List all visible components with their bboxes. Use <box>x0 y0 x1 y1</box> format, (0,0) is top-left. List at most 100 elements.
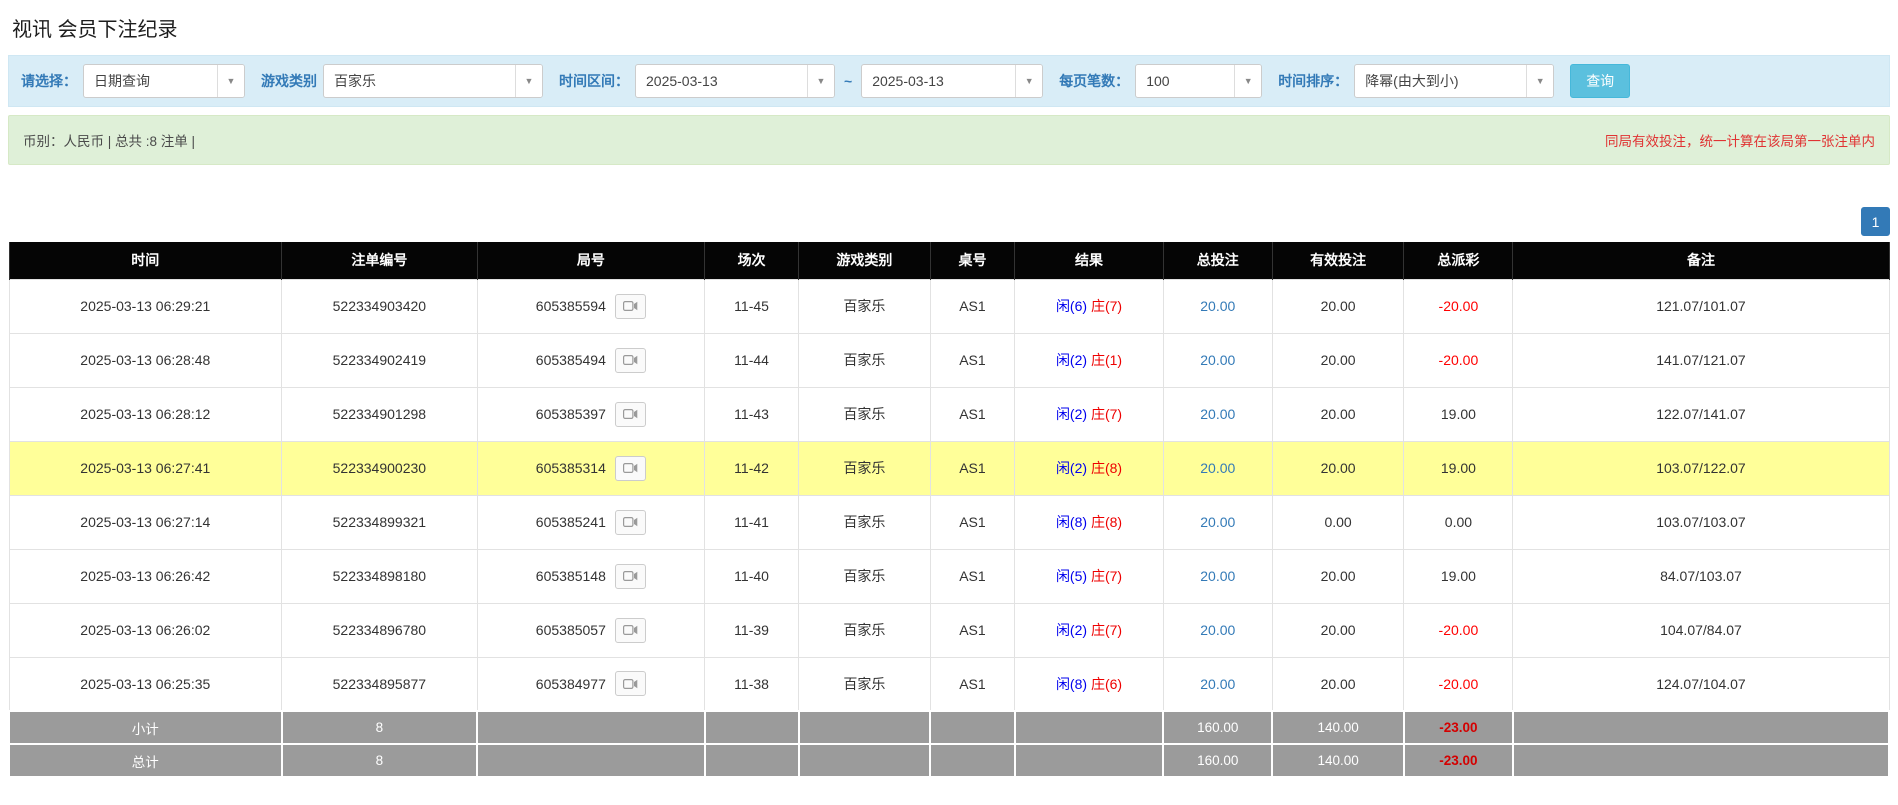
sort-select[interactable]: 降幂(由大到小) ▼ <box>1354 64 1554 98</box>
replay-button[interactable] <box>615 510 646 535</box>
table-no-cell: AS1 <box>930 495 1015 549</box>
player-result: 闲(8) <box>1056 676 1087 692</box>
session-cell: 11-42 <box>705 441 799 495</box>
round-id-value: 605385057 <box>536 622 606 638</box>
game-type-label: 游戏类别 <box>261 71 317 91</box>
video-icon <box>623 408 638 420</box>
chevron-down-icon[interactable]: ▼ <box>1526 65 1553 97</box>
video-icon <box>623 678 638 690</box>
valid-bet-cell: 20.00 <box>1272 333 1404 387</box>
valid-bet-cell: 20.00 <box>1272 549 1404 603</box>
game-type-cell: 百家乐 <box>799 549 931 603</box>
video-icon <box>623 516 638 528</box>
table-no-cell: AS1 <box>930 657 1015 711</box>
replay-button[interactable] <box>615 671 646 696</box>
footer-cell <box>1513 711 1889 744</box>
round-id-value: 605384977 <box>536 676 606 692</box>
total-row: 总计8160.00140.00-23.00 <box>9 744 1889 777</box>
footer-cell <box>1015 744 1164 777</box>
bet-records-table: 时间注单编号局号场次游戏类别桌号结果总投注有效投注总派彩备注 2025-03-1… <box>8 242 1890 778</box>
page: 视讯 会员下注纪录 请选择： 日期查询 ▼ 游戏类别 百家乐 ▼ 时间区间： 2… <box>0 0 1898 778</box>
time-cell: 2025-03-13 06:25:35 <box>9 657 282 711</box>
payout-cell: -20.00 <box>1404 657 1513 711</box>
replay-button[interactable] <box>615 348 646 373</box>
round-id-inner: 605385057 <box>478 618 704 643</box>
round-id-cell: 605385057 <box>477 603 704 657</box>
chevron-down-icon[interactable]: ▼ <box>217 65 244 97</box>
table-footer: 小计8160.00140.00-23.00总计8160.00140.00-23.… <box>9 711 1889 777</box>
notice-text: 同局有效投注，统一计算在该局第一张注单内 <box>1605 130 1875 150</box>
replay-button[interactable] <box>615 456 646 481</box>
round-id-inner: 605385397 <box>478 402 704 427</box>
replay-button[interactable] <box>615 564 646 589</box>
table-row: 2025-03-13 06:28:12522334901298605385397… <box>9 387 1889 441</box>
round-id-value: 605385397 <box>536 406 606 422</box>
game-type-cell: 百家乐 <box>799 603 931 657</box>
round-id-cell: 605385314 <box>477 441 704 495</box>
column-header: 有效投注 <box>1272 242 1404 279</box>
note-cell: 84.07/103.07 <box>1513 549 1889 603</box>
query-type-label: 请选择： <box>21 71 77 91</box>
replay-button[interactable] <box>615 618 646 643</box>
chevron-down-icon[interactable]: ▼ <box>1234 65 1261 97</box>
table-row: 2025-03-13 06:26:02522334896780605385057… <box>9 603 1889 657</box>
per-page-label: 每页笔数： <box>1059 71 1129 91</box>
time-cell: 2025-03-13 06:27:14 <box>9 495 282 549</box>
bet-id-cell: 522334901298 <box>282 387 478 441</box>
session-cell: 11-41 <box>705 495 799 549</box>
query-button[interactable]: 查询 <box>1570 64 1630 98</box>
bet-id-cell: 522334900230 <box>282 441 478 495</box>
footer-cell: 140.00 <box>1272 711 1404 744</box>
table-no-cell: AS1 <box>930 279 1015 333</box>
date-from-value: 2025-03-13 <box>636 65 807 97</box>
total-bet-cell: 20.00 <box>1163 495 1272 549</box>
round-id-cell: 605385397 <box>477 387 704 441</box>
chevron-down-icon[interactable]: ▼ <box>1015 65 1042 97</box>
footer-cell <box>477 711 704 744</box>
payout-cell: 19.00 <box>1404 441 1513 495</box>
total-bet-cell: 20.00 <box>1163 657 1272 711</box>
total-bet-cell: 20.00 <box>1163 333 1272 387</box>
range-separator: ~ <box>844 73 852 89</box>
round-id-inner: 605385314 <box>478 456 704 481</box>
query-type-value: 日期查询 <box>84 65 217 97</box>
date-from-select[interactable]: 2025-03-13 ▼ <box>635 64 835 98</box>
round-id-inner: 605385148 <box>478 564 704 589</box>
table-row: 2025-03-13 06:25:35522334895877605384977… <box>9 657 1889 711</box>
banker-result: 庄(7) <box>1091 298 1122 314</box>
query-type-select[interactable]: 日期查询 ▼ <box>83 64 245 98</box>
banker-result: 庄(7) <box>1091 406 1122 422</box>
payout-cell: 19.00 <box>1404 387 1513 441</box>
round-id-cell: 605385494 <box>477 333 704 387</box>
page-title: 视讯 会员下注纪录 <box>0 0 1898 51</box>
footer-cell: 160.00 <box>1163 711 1272 744</box>
note-cell: 103.07/122.07 <box>1513 441 1889 495</box>
replay-button[interactable] <box>615 402 646 427</box>
chevron-down-icon[interactable]: ▼ <box>515 65 542 97</box>
time-cell: 2025-03-13 06:26:42 <box>9 549 282 603</box>
result-cell: 闲(2) 庄(8) <box>1015 441 1164 495</box>
date-to-select[interactable]: 2025-03-13 ▼ <box>861 64 1043 98</box>
footer-cell <box>799 711 931 744</box>
round-id-inner: 605384977 <box>478 671 704 696</box>
game-type-cell: 百家乐 <box>799 441 931 495</box>
replay-button[interactable] <box>615 294 646 319</box>
video-icon <box>623 354 638 366</box>
bet-id-cell: 522334903420 <box>282 279 478 333</box>
footer-cell: -23.00 <box>1404 711 1513 744</box>
footer-cell: 140.00 <box>1272 744 1404 777</box>
chevron-down-icon[interactable]: ▼ <box>807 65 834 97</box>
valid-bet-cell: 20.00 <box>1272 279 1404 333</box>
game-type-cell: 百家乐 <box>799 279 931 333</box>
game-type-select[interactable]: 百家乐 ▼ <box>323 64 543 98</box>
round-id-value: 605385314 <box>536 460 606 476</box>
result-cell: 闲(2) 庄(7) <box>1015 603 1164 657</box>
banker-result: 庄(6) <box>1091 676 1122 692</box>
page-1-button[interactable]: 1 <box>1861 207 1890 236</box>
table-row: 2025-03-13 06:28:48522334902419605385494… <box>9 333 1889 387</box>
result-cell: 闲(5) 庄(7) <box>1015 549 1164 603</box>
video-icon <box>623 624 638 636</box>
round-id-inner: 605385494 <box>478 348 704 373</box>
table-row: 2025-03-13 06:27:41522334900230605385314… <box>9 441 1889 495</box>
per-page-select[interactable]: 100 ▼ <box>1135 64 1262 98</box>
